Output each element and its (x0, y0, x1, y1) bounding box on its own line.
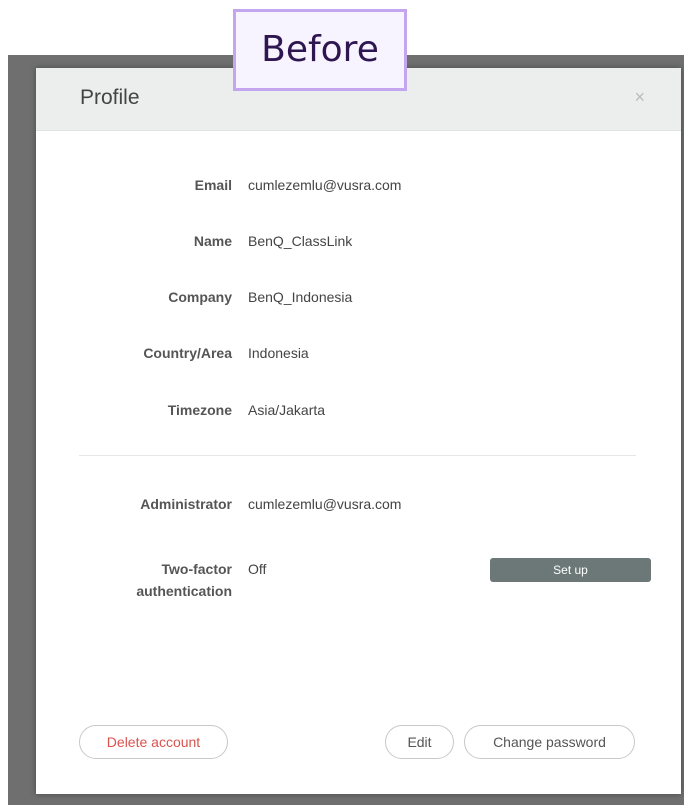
field-label: Company (168, 289, 232, 305)
field-value: cumlezemlu@vusra.com (248, 177, 402, 193)
field-label: Administrator (140, 496, 232, 512)
close-icon[interactable]: × (634, 88, 645, 106)
modal-title: Profile (80, 86, 140, 109)
delete-account-button[interactable]: Delete account (79, 725, 228, 759)
field-value: cumlezemlu@vusra.com (248, 496, 402, 512)
section-divider (79, 455, 636, 456)
field-label: Country/Area (143, 345, 232, 361)
field-label: Email (194, 177, 232, 193)
field-label: Name (193, 233, 232, 249)
before-overlay-label: Before (233, 9, 407, 91)
field-label: Timezone (167, 402, 232, 418)
field-value: BenQ_Indonesia (248, 289, 353, 305)
setup-button[interactable]: Set up (490, 558, 651, 582)
profile-modal: Profile × Email cumlezemlu@vusra.com Nam… (36, 68, 681, 794)
change-password-button[interactable]: Change password (464, 725, 635, 759)
two-factor-status: Off (248, 561, 267, 577)
field-value: BenQ_ClassLink (248, 233, 353, 249)
field-label-line2: authentication (136, 583, 232, 599)
field-value: Indonesia (248, 345, 309, 361)
edit-button[interactable]: Edit (385, 725, 454, 759)
field-value: Asia/Jakarta (248, 402, 326, 418)
field-label-line1: Two-factor (161, 561, 232, 577)
